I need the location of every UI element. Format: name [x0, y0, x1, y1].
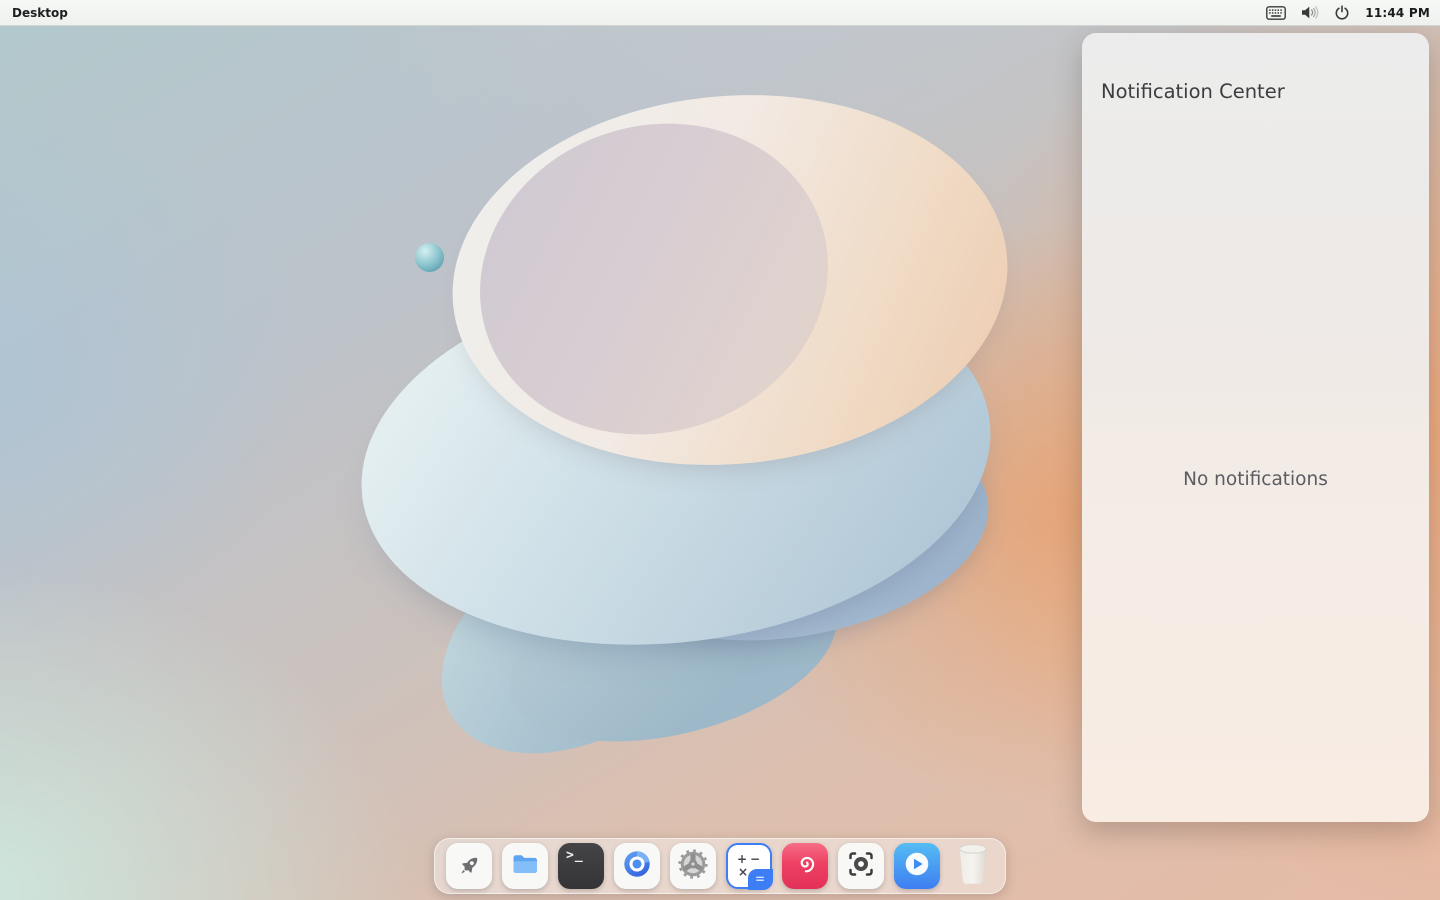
dock-item-media-player[interactable] [894, 843, 940, 889]
wallpaper-sphere [415, 243, 444, 272]
dock-item-screenshot[interactable] [838, 843, 884, 889]
media-player-play-icon [901, 848, 933, 884]
browser-chromium-icon [621, 848, 653, 884]
dock-item-terminal[interactable]: >_ [558, 843, 604, 889]
file-manager-folder-icon [510, 849, 540, 883]
dock-item-trash[interactable] [950, 843, 996, 889]
dock-item-file-manager[interactable] [502, 843, 548, 889]
dock-item-calculator[interactable]: + − × = [726, 843, 772, 889]
screenshot-lens-icon [844, 847, 878, 885]
volume-icon[interactable] [1301, 5, 1319, 20]
dock-item-app-store[interactable] [782, 843, 828, 889]
notification-center-panel: Notification Center No notifications [1082, 33, 1429, 822]
no-notifications-message: No notifications [1082, 469, 1429, 490]
terminal-icon: >_ [566, 848, 584, 863]
desktop-screen: Desktop [0, 0, 1440, 900]
calculator-plus-glyph: + [737, 853, 747, 865]
launcher-rocket-icon [451, 848, 488, 885]
calculator-minus-glyph: − [750, 853, 760, 865]
dock: >_ [434, 838, 1006, 894]
notification-center-title: Notification Center [1101, 80, 1285, 103]
dock-item-launcher[interactable] [446, 843, 492, 889]
system-tray: 11:44 PM [1266, 5, 1440, 21]
trash-bucket-icon [954, 841, 992, 891]
menu-bar: Desktop [0, 0, 1440, 26]
calculator-equals-glyph: = [755, 873, 765, 885]
calculator-icon: = [748, 869, 773, 890]
calculator-multiply-glyph: × [738, 866, 748, 878]
clock[interactable]: 11:44 PM [1365, 6, 1430, 20]
app-store-spiral-icon [789, 848, 821, 884]
control-center-gear-icon [676, 847, 710, 885]
dock-item-control-center[interactable] [670, 843, 716, 889]
power-icon[interactable] [1334, 5, 1350, 21]
keyboard-icon[interactable] [1266, 6, 1286, 20]
dock-item-browser[interactable] [614, 843, 660, 889]
active-app-label: Desktop [0, 6, 68, 20]
